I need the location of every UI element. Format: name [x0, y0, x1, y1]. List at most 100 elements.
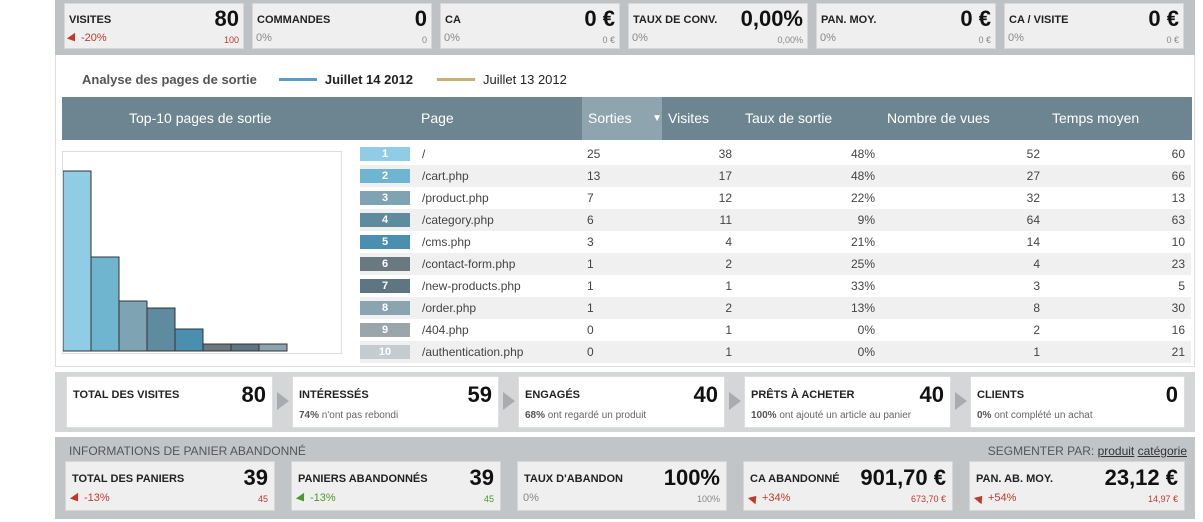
kpi-pan-moy[interactable]: PAN. MOY. 0 € 0% 0 €	[816, 3, 996, 49]
funnel-value: 59	[467, 382, 492, 407]
col-header-page[interactable]: Page	[421, 97, 454, 140]
kpi-label: CA / VISITE	[1009, 14, 1069, 26]
kpi-compare: 100	[223, 35, 239, 45]
cart-total[interactable]: TOTAL DES PANIERS 39 -13% 45	[65, 461, 275, 511]
kpi-ca[interactable]: CA 0 € 0% 0 €	[440, 3, 620, 49]
cart-label: TOTAL DES PANIERS	[72, 473, 185, 485]
table-row[interactable]: 8/order.php 1 2 13% 8 30	[360, 297, 1191, 319]
legend-series-current[interactable]: Juillet 14 2012	[325, 72, 413, 87]
kpi-strip: VISITES 80 -20% 100 COMMANDES 0 0% 0 CA …	[55, 0, 1195, 55]
segment-link-category[interactable]: catégorie	[1138, 444, 1187, 458]
bar-8[interactable]	[258, 343, 288, 352]
funnel-value: 0	[1165, 382, 1178, 407]
cell-page[interactable]: /order.php	[422, 297, 476, 319]
kpi-change: -20%	[66, 32, 107, 44]
funnel-step-visits[interactable]: TOTAL DES VISITES 80	[66, 376, 273, 428]
cell-page[interactable]: /	[422, 143, 425, 165]
funnel-label: TOTAL DES VISITES	[73, 389, 180, 401]
cart-label: CA ABANDONNÉ	[750, 473, 840, 485]
cart-label: TAUX D'ABANDON	[524, 473, 623, 485]
funnel-step-engaged[interactable]: ENGAGÉS 40 68% ont regardé un produit	[518, 376, 725, 428]
kpi-value: 0 €	[1148, 6, 1179, 31]
funnel-sub: 68% ont regardé un produit	[525, 410, 647, 421]
bar-4[interactable]	[146, 307, 176, 352]
cart-abandoned[interactable]: PANIERS ABANDONNÉS 39 -13% 45	[291, 461, 501, 511]
table-row[interactable]: 2/cart.php 13 17 48% 27 66	[360, 165, 1191, 187]
rank-badge: 6	[360, 257, 410, 271]
cell-temps: 30	[1171, 301, 1185, 315]
bar-1[interactable]	[63, 170, 92, 352]
funnel-step-ready[interactable]: PRÊTS À ACHETER 40 100% ont ajouté un ar…	[744, 376, 951, 428]
table-row[interactable]: 9/404.php 0 1 0% 2 16	[360, 319, 1191, 341]
kpi-visites[interactable]: VISITES 80 -20% 100	[64, 3, 244, 49]
cart-change: -13%	[69, 492, 110, 504]
kpi-commandes[interactable]: COMMANDES 0 0% 0	[252, 3, 432, 49]
cart-value: 39	[243, 465, 268, 490]
cart-value: 39	[469, 465, 494, 490]
cart-abandoned-avg[interactable]: PAN. AB. MOY. 23,12 € +54% 14,97 €	[969, 461, 1185, 511]
bar-6[interactable]	[202, 343, 232, 352]
cell-sorties: 7	[587, 191, 594, 205]
cell-page[interactable]: /new-products.php	[422, 275, 521, 297]
bar-2[interactable]	[90, 256, 120, 352]
cell-page[interactable]: /cms.php	[422, 231, 471, 253]
kpi-taux-conv[interactable]: TAUX DE CONV. 0,00% 0% 0,00%	[628, 3, 808, 49]
cell-temps: 66	[1171, 169, 1185, 183]
bar-5[interactable]	[174, 328, 204, 352]
bar-7[interactable]	[230, 343, 260, 352]
exit-pages-chart	[62, 151, 342, 354]
cell-taux: 0%	[857, 345, 875, 359]
cart-compare: 14,97 €	[1147, 494, 1178, 504]
rank-badge: 3	[360, 191, 410, 205]
cart-value: 100%	[663, 465, 720, 490]
col-header-sorties[interactable]: Sorties ▼	[582, 97, 662, 140]
funnel-step-clients[interactable]: CLIENTS 0 0% ont complété un achat	[970, 376, 1185, 428]
col-header-vues[interactable]: Nombre de vues	[887, 97, 990, 140]
table-row[interactable]: 7/new-products.php 1 1 33% 3 5	[360, 275, 1191, 297]
kpi-ca-visite[interactable]: CA / VISITE 0 € 0% 0 €	[1004, 3, 1184, 49]
cell-page[interactable]: /authentication.php	[422, 341, 523, 363]
cart-change: -13%	[295, 492, 336, 504]
rank-badge: 1	[360, 147, 410, 161]
cell-temps: 60	[1171, 147, 1185, 161]
cell-sorties: 0	[587, 323, 594, 337]
kpi-label: COMMANDES	[257, 14, 331, 26]
col-header-visites[interactable]: Visites	[668, 97, 709, 140]
table-row[interactable]: 3/product.php 7 12 22% 32 13	[360, 187, 1191, 209]
cell-visites: 2	[725, 257, 732, 271]
cart-value: 23,12 €	[1104, 465, 1178, 490]
cell-visites: 1	[725, 345, 732, 359]
cell-page[interactable]: /404.php	[422, 319, 469, 341]
cell-temps: 10	[1171, 235, 1185, 249]
col-header-taux[interactable]: Taux de sortie	[745, 97, 832, 140]
legend-swatch-previous	[437, 78, 476, 81]
table-row[interactable]: 5/cms.php 3 4 21% 14 10	[360, 231, 1191, 253]
cell-page[interactable]: /contact-form.php	[422, 253, 515, 275]
funnel-sub: 74% n'ont pas rebondi	[299, 410, 399, 421]
bar-3[interactable]	[118, 300, 148, 352]
kpi-value: 0,00%	[740, 6, 803, 31]
col-header-temps[interactable]: Temps moyen	[1052, 97, 1139, 140]
cell-page[interactable]: /category.php	[422, 209, 494, 231]
legend-series-previous[interactable]: Juillet 13 2012	[483, 72, 567, 87]
table-row[interactable]: 10/authentication.php 0 1 0% 1 21	[360, 341, 1191, 363]
kpi-value: 0 €	[584, 6, 615, 31]
funnel-step-interested[interactable]: INTÉRESSÉS 59 74% n'ont pas rebondi	[292, 376, 499, 428]
cell-page[interactable]: /cart.php	[422, 165, 469, 187]
kpi-label: VISITES	[69, 14, 112, 26]
cell-taux: 9%	[857, 213, 875, 227]
cell-taux: 25%	[850, 257, 875, 271]
table-row[interactable]: 6/contact-form.php 1 2 25% 4 23	[360, 253, 1191, 275]
cell-page[interactable]: /product.php	[422, 187, 489, 209]
cart-abandoned-revenue[interactable]: CA ABANDONNÉ 901,70 € +34% 673,70 €	[743, 461, 953, 511]
cell-visites: 38	[718, 147, 732, 161]
segment-link-product[interactable]: produit	[1098, 444, 1135, 458]
funnel-arrow-icon	[277, 392, 289, 410]
cart-label: PAN. AB. MOY.	[976, 473, 1054, 485]
cell-vues: 52	[1026, 147, 1040, 161]
table-row[interactable]: 4/category.php 6 11 9% 64 63	[360, 209, 1191, 231]
cart-abandon-rate[interactable]: TAUX D'ABANDON 100% 0% 100%	[517, 461, 727, 511]
rank-badge: 9	[360, 323, 410, 337]
table-row[interactable]: 1 / 25 38 48% 52 60	[360, 143, 1191, 165]
table-header: Top-10 pages de sortie Page Sorties ▼ Vi…	[62, 97, 1192, 140]
